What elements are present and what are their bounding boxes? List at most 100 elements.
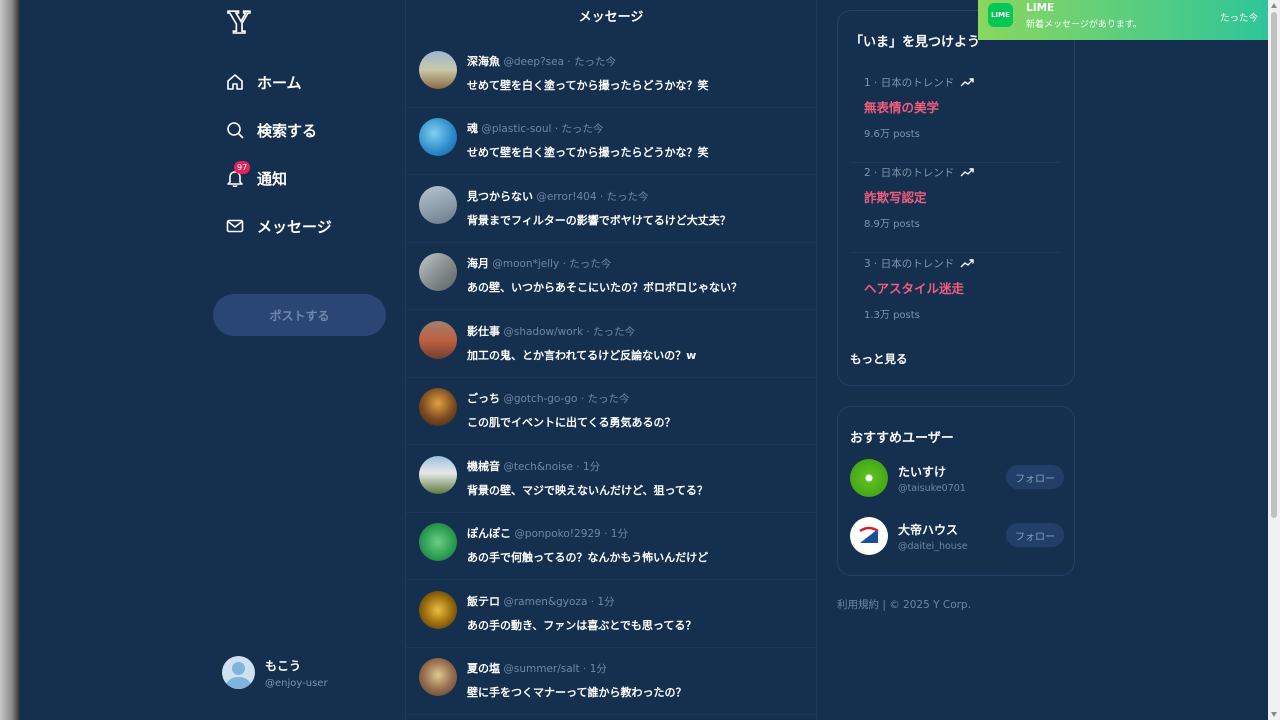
footer-text[interactable]: 利用規約 | © 2025 Y Corp.	[837, 597, 971, 612]
sender-name: 見つからない	[467, 190, 533, 203]
notification-toast[interactable]: LIME LIME 新着メッセージがあります。 たった今	[978, 0, 1268, 40]
scroll-up-icon[interactable]	[1271, 3, 1277, 8]
lime-app-icon: LIME	[988, 3, 1013, 27]
message-row[interactable]: ごっち @gotch-go-go · たった今 この肌でイベントに出てくる勇気あ…	[406, 378, 816, 445]
nav-home[interactable]: ホーム	[225, 68, 302, 96]
sender-handle: @ponpoko!2929	[514, 528, 601, 540]
app-root: Y ホーム 検索する 97 通知 メッセージ ポストする もこう @enjoy-…	[20, 0, 1268, 720]
message-row[interactable]: 機械音 @tech&noise · 1分 背景の壁、マジで映えないんだけど、狙っ…	[406, 446, 816, 513]
scrollbar[interactable]	[1268, 0, 1280, 720]
separator: ·	[579, 663, 590, 675]
message-text: 加工の鬼、とか言われてるけど反論ないの？w	[467, 349, 697, 362]
sender-name: ごっち	[467, 392, 500, 405]
message-text: せめて壁を白く塗ってから撮ったらどうかな？笑	[467, 79, 709, 92]
avatar	[419, 388, 457, 426]
search-icon	[225, 120, 245, 140]
user-handle: @daitei_house	[898, 541, 968, 552]
follow-button[interactable]: フォロー	[1006, 465, 1064, 489]
trends-title: 「いま」を見つけよう	[850, 35, 981, 50]
nav-notifications[interactable]: 97 通知	[225, 161, 288, 192]
message-row[interactable]: 影仕事 @shadow/work · たった今 加工の鬼、とか言われてるけど反論…	[406, 311, 816, 378]
toast-message: 新着メッセージがあります。	[1026, 20, 1142, 30]
trend-category-label: 2 · 日本のトレンド	[864, 167, 955, 179]
message-row[interactable]: ぽんぽこ @ponpoko!2929 · 1分 あの手で何触ってるの？なんかもう…	[406, 513, 816, 580]
message-text: あの手の動き、ファンは喜ぶとでも思ってる？	[467, 619, 697, 632]
sender-name: 夏の塩	[467, 662, 500, 675]
avatar	[222, 656, 255, 689]
avatar	[419, 591, 457, 629]
show-more-link[interactable]: もっと見る	[850, 351, 908, 367]
message-row[interactable]: 夏の塩 @summer/salt · 1分 壁に手をつくマナーって誰から教わった…	[406, 648, 816, 715]
sender-handle: @ramen&gyoza	[503, 596, 588, 608]
message-time: たった今	[593, 326, 636, 338]
trending-icon	[960, 77, 974, 86]
scroll-down-icon[interactable]	[1271, 712, 1277, 717]
separator: ·	[551, 123, 562, 135]
account-handle: @enjoy-user	[265, 677, 328, 689]
nav-notifications-label: 通知	[257, 169, 288, 188]
y-logo[interactable]: Y	[225, 6, 253, 38]
trend-topic: 無表情の美学	[864, 100, 940, 115]
user-item[interactable]: 大帝ハウス @daitei_house フォロー	[850, 517, 1064, 559]
nav-home-label: ホーム	[257, 73, 302, 92]
message-time: たった今	[561, 123, 604, 135]
sender-handle: @tech&noise	[503, 461, 573, 473]
message-row[interactable]: 飯テロ @ramen&gyoza · 1分 あの手の動き、ファンは喜ぶとでも思っ…	[406, 581, 816, 648]
bell-icon: 97	[225, 161, 251, 188]
user-item[interactable]: たいすけ @taisuke0701 フォロー	[850, 459, 1064, 501]
account-switcher[interactable]: もこう @enjoy-user	[222, 656, 328, 689]
trend-category: 3 · 日本のトレンド	[864, 256, 974, 271]
trend-count: 9.6万 posts	[864, 129, 920, 140]
trend-item[interactable]: 1 · 日本のトレンド 無表情の美学 9.6万 posts	[850, 75, 1060, 163]
toast-time: たった今	[1219, 13, 1258, 24]
scrollbar-thumb[interactable]	[1271, 12, 1277, 518]
trend-item[interactable]: 2 · 日本のトレンド 詐欺写認定 8.9万 posts	[850, 165, 1060, 253]
sender-name: 影仕事	[467, 325, 500, 338]
house-logo-icon	[859, 526, 879, 543]
message-time: 1分	[610, 528, 628, 540]
avatar	[419, 253, 457, 291]
trends-card: 「いま」を見つけよう 1 · 日本のトレンド 無表情の美学 9.6万 posts…	[837, 10, 1075, 386]
mail-icon	[225, 216, 245, 236]
trend-topic: 詐欺写認定	[864, 190, 927, 205]
message-time: たった今	[574, 56, 617, 68]
toast-app-name: LIME	[1026, 2, 1055, 14]
trend-item[interactable]: 3 · 日本のトレンド ヘアスタイル迷走 1.3万 posts	[850, 256, 1060, 344]
follow-button[interactable]: フォロー	[1006, 523, 1064, 547]
avatar	[850, 459, 888, 497]
message-time: たった今	[606, 191, 649, 203]
sender-handle: @moon*jelly	[492, 258, 560, 270]
message-row[interactable]: 深海魚 @deep?sea · たった今 せめて壁を白く塗ってから撮ったらどうか…	[406, 41, 816, 108]
message-row[interactable]: 海月 @moon*jelly · たった今 あの壁、いつからあそこにいたの？ボロ…	[406, 243, 816, 310]
message-text: あの壁、いつからあそこにいたの？ボロボロじゃない？	[467, 281, 742, 294]
message-text: せめて壁を白く塗ってから撮ったらどうかな？笑	[467, 146, 709, 159]
message-row[interactable]: 魂 @plastic-soul · たった今 せめて壁を白く塗ってから撮ったらど…	[406, 108, 816, 175]
nav-search-label: 検索する	[257, 121, 318, 140]
trending-icon	[960, 167, 974, 176]
trend-category: 1 · 日本のトレンド	[864, 75, 974, 90]
avatar	[419, 523, 457, 561]
message-row[interactable]: 見つからない @error!404 · たった今 背景までフィルターの影響でボヤ…	[406, 176, 816, 243]
avatar	[419, 456, 457, 494]
trend-category: 2 · 日本のトレンド	[864, 165, 974, 180]
avatar	[419, 321, 457, 359]
sender-name: 魂	[467, 122, 478, 135]
account-name: もこう	[265, 658, 302, 673]
trending-icon	[960, 258, 974, 267]
sender-name: ぽんぽこ	[467, 527, 511, 540]
nav-messages[interactable]: メッセージ	[225, 212, 332, 240]
message-text: あの手で何触ってるの？なんかもう怖いんだけど	[467, 551, 709, 564]
message-time: たった今	[569, 258, 612, 270]
trend-category-label: 1 · 日本のトレンド	[864, 77, 955, 89]
svg-text:Y: Y	[227, 6, 250, 38]
sender-name: 海月	[467, 257, 489, 270]
sender-handle: @error!404	[536, 191, 597, 203]
home-icon	[225, 72, 245, 92]
avatar	[850, 517, 888, 555]
message-text: 背景までフィルターの影響でボヤけてるけど大丈夫？	[467, 214, 731, 227]
recommended-title: おすすめユーザー	[850, 431, 954, 446]
post-button[interactable]: ポストする	[213, 294, 386, 336]
user-handle: @taisuke0701	[898, 483, 966, 494]
nav-search[interactable]: 検索する	[225, 116, 317, 144]
message-text: 背景の壁、マジで映えないんだけど、狙ってる？	[467, 484, 708, 497]
